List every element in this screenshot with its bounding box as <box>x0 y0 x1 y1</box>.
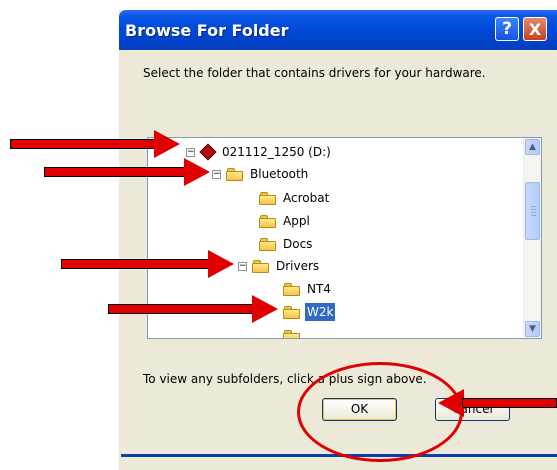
tree-item-docs[interactable]: Docs <box>259 234 314 254</box>
collapse-icon[interactable]: − <box>186 147 195 157</box>
folder-icon <box>259 237 276 251</box>
collapse-icon[interactable]: − <box>238 261 247 271</box>
tree-item-label: 021112_1250 (D:) <box>222 145 331 159</box>
dialog-title: Browse For Folder <box>125 21 289 40</box>
tree-item-nt4[interactable]: NT4 <box>283 279 333 299</box>
help-button[interactable]: ? <box>495 17 519 41</box>
annotation-circle <box>297 362 463 462</box>
folder-icon <box>252 259 269 273</box>
tree-item-appl[interactable]: Appl <box>259 211 312 231</box>
collapse-icon[interactable]: − <box>212 169 221 179</box>
tree-item-label: Bluetooth <box>250 167 309 181</box>
folder-icon <box>283 282 300 296</box>
title-bar[interactable]: Browse For Folder ? X <box>119 10 557 50</box>
annotation-arrow <box>44 158 210 186</box>
annotation-arrow <box>108 295 278 323</box>
tree-item-acrobat[interactable]: Acrobat <box>259 188 331 208</box>
annotation-arrow <box>61 250 234 278</box>
folder-icon <box>259 214 276 228</box>
tree-item-partial <box>283 326 305 338</box>
close-button[interactable]: X <box>523 17 547 41</box>
tree-item-label: NT4 <box>307 282 331 296</box>
tree-item-label: Appl <box>283 214 310 228</box>
tree-item-label: W2k <box>305 303 336 321</box>
tree-item-bluetooth[interactable]: − Bluetooth <box>212 164 310 184</box>
folder-icon <box>226 167 243 181</box>
scroll-down-button[interactable]: ▼ <box>525 321 540 337</box>
folder-icon <box>283 329 300 338</box>
tree-item-w2k[interactable]: W2k <box>283 302 336 322</box>
scroll-thumb[interactable] <box>525 182 540 240</box>
instruction-text: Select the folder that contains drivers … <box>143 66 486 80</box>
tree-item-drivers[interactable]: − Drivers <box>238 256 321 276</box>
annotation-arrow <box>10 130 180 158</box>
scroll-up-button[interactable]: ▲ <box>525 139 540 155</box>
tree-item-label: Drivers <box>276 259 320 273</box>
tree-item-label: Docs <box>283 237 313 251</box>
tree-item-label: Acrobat <box>283 191 330 205</box>
folder-icon <box>283 305 300 319</box>
folder-icon <box>259 191 276 205</box>
vertical-scrollbar[interactable]: ▲ ▼ <box>523 138 541 338</box>
